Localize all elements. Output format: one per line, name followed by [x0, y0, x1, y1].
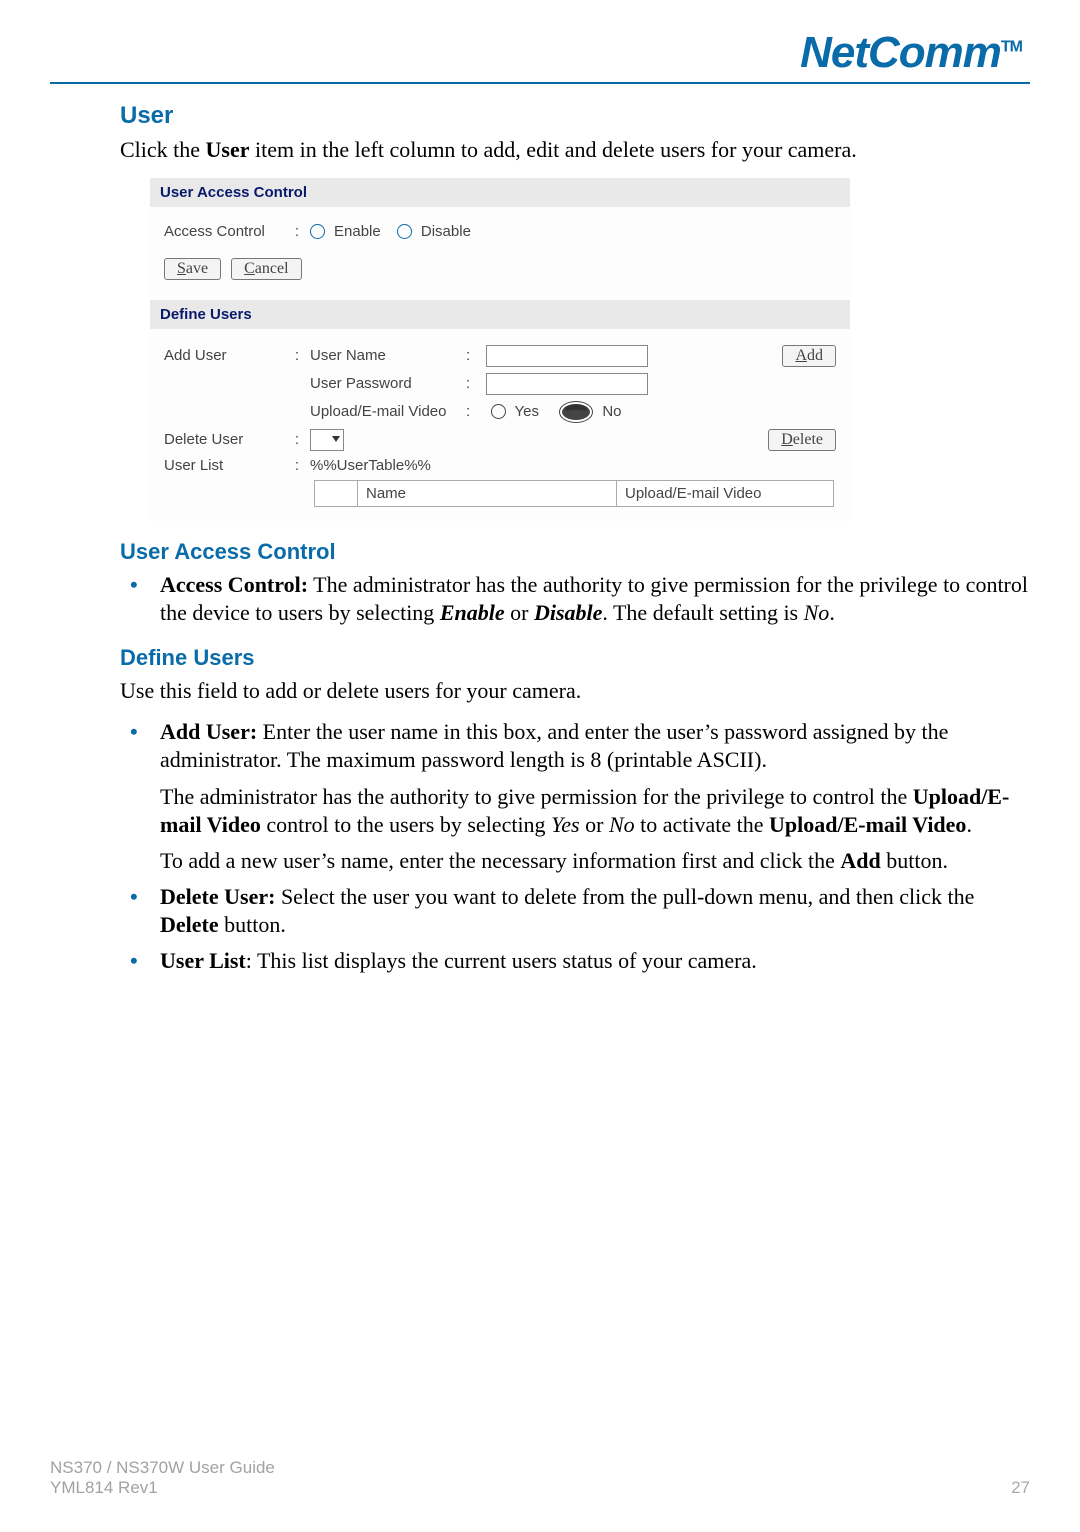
footer-line1: NS370 / NS370W User Guide	[50, 1458, 275, 1478]
page-footer: NS370 / NS370W User Guide YML814 Rev1 27	[50, 1458, 1030, 1498]
heading-user: User	[120, 102, 1030, 130]
text-bold: User	[206, 137, 250, 162]
user-list-table: Name Upload/E-mail Video	[314, 480, 834, 507]
label-delete-user: Delete User	[164, 431, 284, 448]
label-disable: Disable	[421, 223, 471, 240]
header-rule	[50, 82, 1030, 84]
add-button[interactable]: Add	[782, 345, 836, 367]
th-index	[315, 480, 358, 506]
intro-paragraph: Click the User item in the left column t…	[120, 136, 1030, 164]
footer-line2: YML814 Rev1	[50, 1478, 275, 1498]
radio-disable[interactable]	[397, 224, 412, 239]
input-user-password[interactable]	[486, 373, 648, 395]
label-yes: Yes	[515, 403, 539, 420]
heading-user-access-control: User Access Control	[120, 539, 1030, 565]
delete-button[interactable]: Delete	[768, 429, 836, 451]
text: item in the left column to add, edit and…	[250, 137, 857, 162]
label-upload-email-video: Upload/E-mail Video	[310, 403, 460, 420]
colon: :	[290, 223, 304, 240]
page-number: 27	[1011, 1478, 1030, 1498]
label-user-name: User Name	[310, 347, 460, 364]
input-user-name[interactable]	[486, 345, 648, 367]
define-users-paragraph: Use this field to add or delete users fo…	[120, 677, 1030, 705]
config-screenshot: User Access Control Access Control : Ena…	[150, 178, 850, 521]
brand-logo: NetCommTM	[50, 28, 1030, 78]
label-access-control: Access Control	[164, 223, 284, 240]
usertable-token: %%UserTable%%	[310, 457, 431, 474]
label-user-password: User Password	[310, 375, 460, 392]
radio-enable[interactable]	[310, 224, 325, 239]
save-button[interactable]: Save	[164, 258, 221, 280]
label-user-list: User List	[164, 457, 284, 474]
bullet-access-control: Access Control: The administrator has th…	[130, 571, 1030, 627]
bullet-add-user: Add User: Enter the user name in this bo…	[130, 718, 1030, 875]
label-enable: Enable	[334, 223, 381, 240]
text-bold: Access Control:	[160, 572, 308, 597]
label-add-user: Add User	[164, 347, 284, 364]
bullet-user-list: User List: This list displays the curren…	[130, 947, 1030, 975]
select-delete-user[interactable]	[310, 429, 344, 451]
radio-uev-yes[interactable]	[491, 404, 506, 419]
panel-header-uac: User Access Control	[150, 178, 850, 207]
th-name: Name	[358, 480, 617, 506]
bullet-delete-user: Delete User: Select the user you want to…	[130, 883, 1030, 939]
radio-uev-no[interactable]	[559, 401, 593, 423]
brand-logo-text: NetComm	[800, 28, 1001, 77]
cancel-button[interactable]: Cancel	[231, 258, 301, 280]
text: Click the	[120, 137, 206, 162]
heading-define-users: Define Users	[120, 645, 1030, 671]
label-no: No	[602, 403, 621, 420]
panel-header-define-users: Define Users	[150, 300, 850, 329]
th-uev: Upload/E-mail Video	[617, 480, 834, 506]
brand-logo-tm: TM	[1001, 38, 1022, 55]
